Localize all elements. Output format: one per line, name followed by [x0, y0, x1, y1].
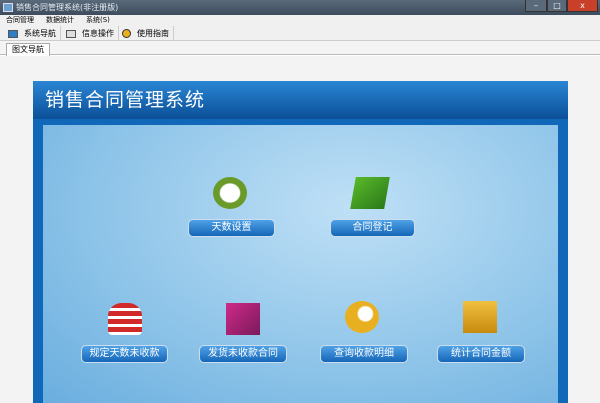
search-coins-icon[interactable]	[345, 301, 379, 333]
toolbar-guide[interactable]: 使用指南	[118, 26, 174, 41]
menu-stats[interactable]: 数据统计	[46, 16, 74, 24]
book-icon[interactable]	[226, 303, 260, 335]
menu-bar: 合同管理 数据统计 系统(S)	[0, 15, 600, 26]
contract-amount-button[interactable]: 统计合同金额	[437, 345, 525, 363]
toolbar: 系统导航 信息操作 使用指南	[0, 26, 600, 41]
monitor-icon	[8, 29, 18, 38]
menu-system[interactable]: 系统(S)	[86, 16, 110, 24]
toolbar-info-ops[interactable]: 信息操作	[62, 26, 119, 41]
panel-title: 销售合同管理系统	[33, 81, 568, 119]
toolbar-label: 使用指南	[137, 29, 169, 38]
tab-graphic-nav[interactable]: 图文导航	[6, 43, 50, 56]
clock-icon[interactable]	[213, 177, 247, 209]
tab-row: 图文导航	[0, 41, 600, 56]
window-icon	[66, 29, 76, 38]
help-icon	[122, 29, 131, 38]
payment-detail-button[interactable]: 查询收款明细	[320, 345, 408, 363]
maximize-button[interactable]: □	[547, 0, 567, 12]
menu-contract[interactable]: 合同管理	[6, 16, 34, 24]
nav-panel: 销售合同管理系统 天数设置 合同登记 规定天数未收款 发货未收款合同 查询收款明…	[33, 81, 568, 403]
title-bar: 销售合同管理系统(非注册版) – □ x	[0, 0, 600, 15]
book-icon[interactable]	[350, 177, 390, 209]
days-setting-button[interactable]: 天数设置	[188, 219, 275, 237]
unpaid-due-button[interactable]: 规定天数未收款	[81, 345, 168, 363]
contract-register-button[interactable]: 合同登记	[330, 219, 415, 237]
gold-coins-icon[interactable]	[463, 301, 497, 333]
warning-cone-icon[interactable]	[108, 303, 142, 335]
toolbar-system-nav[interactable]: 系统导航	[4, 26, 61, 41]
shipped-unpaid-button[interactable]: 发货未收款合同	[199, 345, 287, 363]
toolbar-label: 信息操作	[82, 29, 114, 38]
minimize-button[interactable]: –	[525, 0, 547, 12]
window-title: 销售合同管理系统(非注册版)	[16, 3, 119, 12]
app-icon	[3, 3, 13, 12]
toolbar-label: 系统导航	[24, 29, 56, 38]
close-button[interactable]: x	[567, 0, 598, 12]
